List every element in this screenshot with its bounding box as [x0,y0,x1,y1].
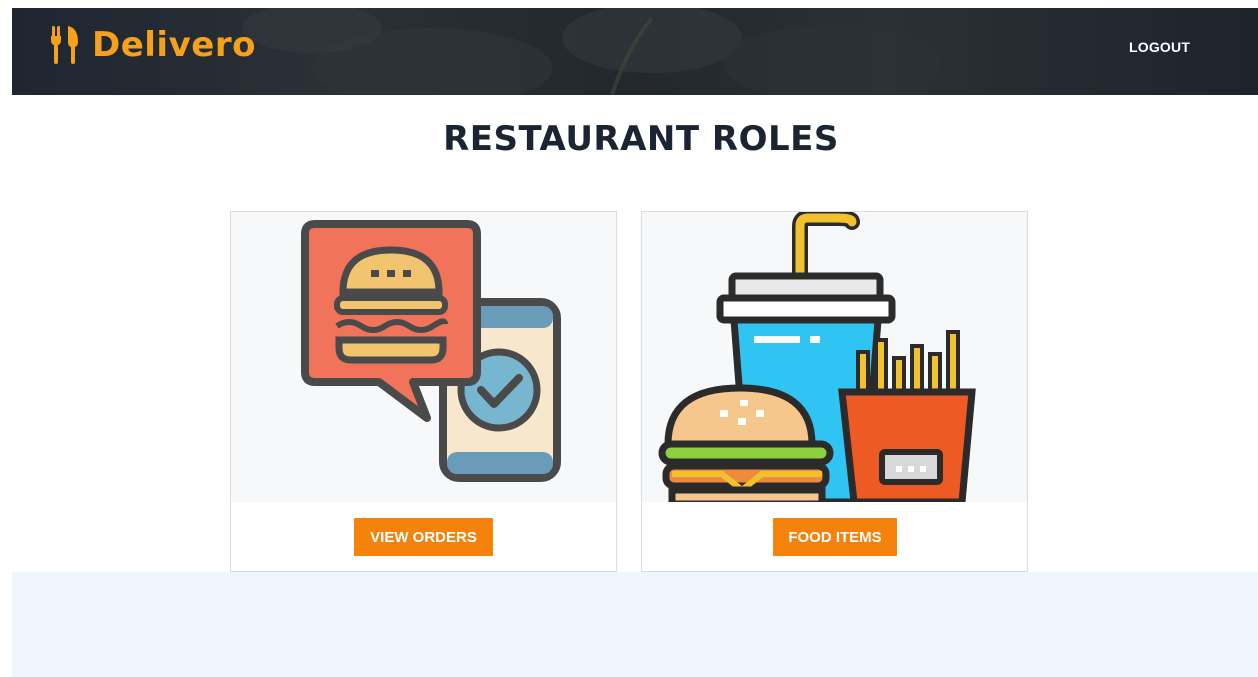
food-items-card: FOOD ITEMS [641,211,1028,572]
footer-area [12,572,1258,677]
page-title: RESTAURANT ROLES [443,119,839,159]
logout-link[interactable]: LOGOUT [1129,39,1190,55]
top-navbar: Delivero LOGOUT [12,8,1258,95]
brand-name: Delivero [92,25,256,65]
burger-chat-phone-illustration [301,220,561,482]
utensils-icon [51,26,78,64]
view-orders-card: VIEW ORDERS [230,211,617,572]
fast-food-meal-illustration [658,212,976,502]
food-items-button[interactable]: FOOD ITEMS [773,518,897,556]
card-image-orders [231,212,616,502]
card-image-food [642,212,1027,502]
brand-logo[interactable]: Delivero [50,25,256,65]
view-orders-button[interactable]: VIEW ORDERS [354,518,493,556]
